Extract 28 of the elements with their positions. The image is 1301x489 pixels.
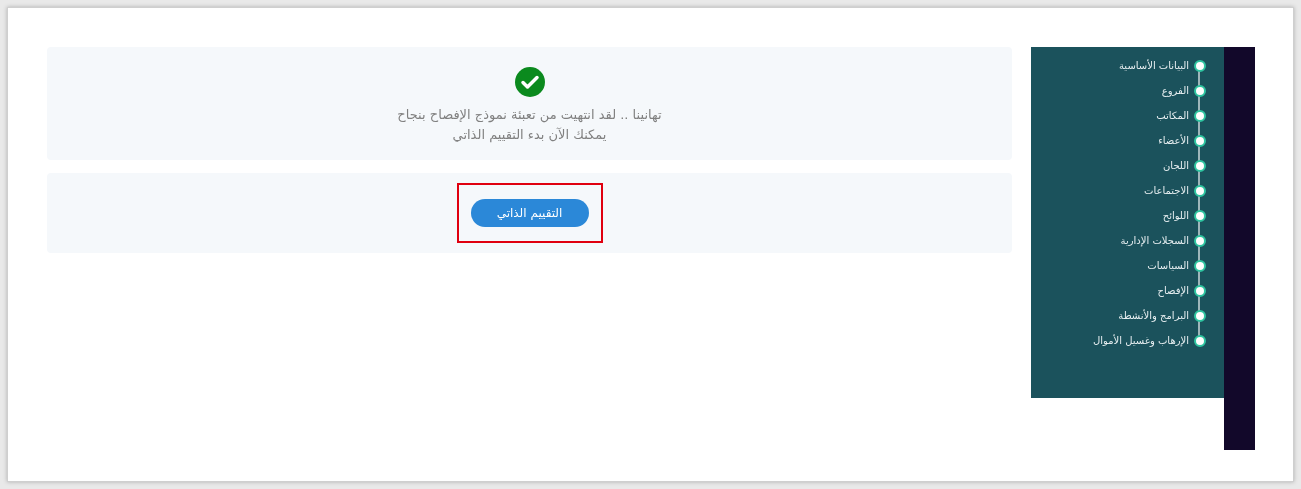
- step-dot-icon: [1194, 134, 1206, 147]
- sidebar-item[interactable]: الإرهاب وغسيل الأموال: [1092, 333, 1189, 348]
- check-icon: [514, 67, 545, 97]
- step-dot-icon: [1194, 234, 1206, 247]
- sidebar-item[interactable]: السجلات الإدارية: [1120, 233, 1189, 248]
- message-text: يمكنك الآن بدء التقييم الذاتي: [451, 126, 608, 145]
- message-text: تهانينا .. لقد انتهيت من تعبئة نموذج الإفصاح بنجاح: [397, 106, 662, 125]
- sidebar-item[interactable]: الفروع: [1161, 83, 1189, 98]
- self-assessment-button[interactable]: التقييم الذاتي: [470, 199, 589, 227]
- sidebar-item[interactable]: المكاتب: [1156, 108, 1189, 123]
- step-dot-icon: [1194, 59, 1206, 72]
- step-dot-icon: [1194, 309, 1206, 322]
- step-dot-icon: [1194, 284, 1206, 297]
- step-dot-icon: [1194, 334, 1206, 347]
- sidebar-item[interactable]: البيانات الأساسية: [1119, 58, 1189, 73]
- step-dot-icon: [1194, 209, 1206, 222]
- sidebar-item[interactable]: اللوائح: [1162, 208, 1189, 223]
- sidebar-item[interactable]: اللجان: [1163, 158, 1189, 173]
- sidebar-item[interactable]: السياسات: [1147, 258, 1189, 273]
- sidebar-item[interactable]: الأعضاء: [1158, 133, 1189, 148]
- step-dot-icon: [1194, 109, 1206, 122]
- sidebar-item[interactable]: الإفصاح: [1157, 283, 1189, 298]
- step-dot-icon: [1194, 259, 1206, 272]
- sidebar-item[interactable]: الاجتماعات: [1144, 183, 1189, 198]
- sidebar-item[interactable]: البرامج والأنشطة: [1118, 308, 1189, 323]
- step-dot-icon: [1194, 84, 1206, 97]
- step-dot-icon: [1194, 184, 1206, 197]
- step-dot-icon: [1194, 159, 1206, 172]
